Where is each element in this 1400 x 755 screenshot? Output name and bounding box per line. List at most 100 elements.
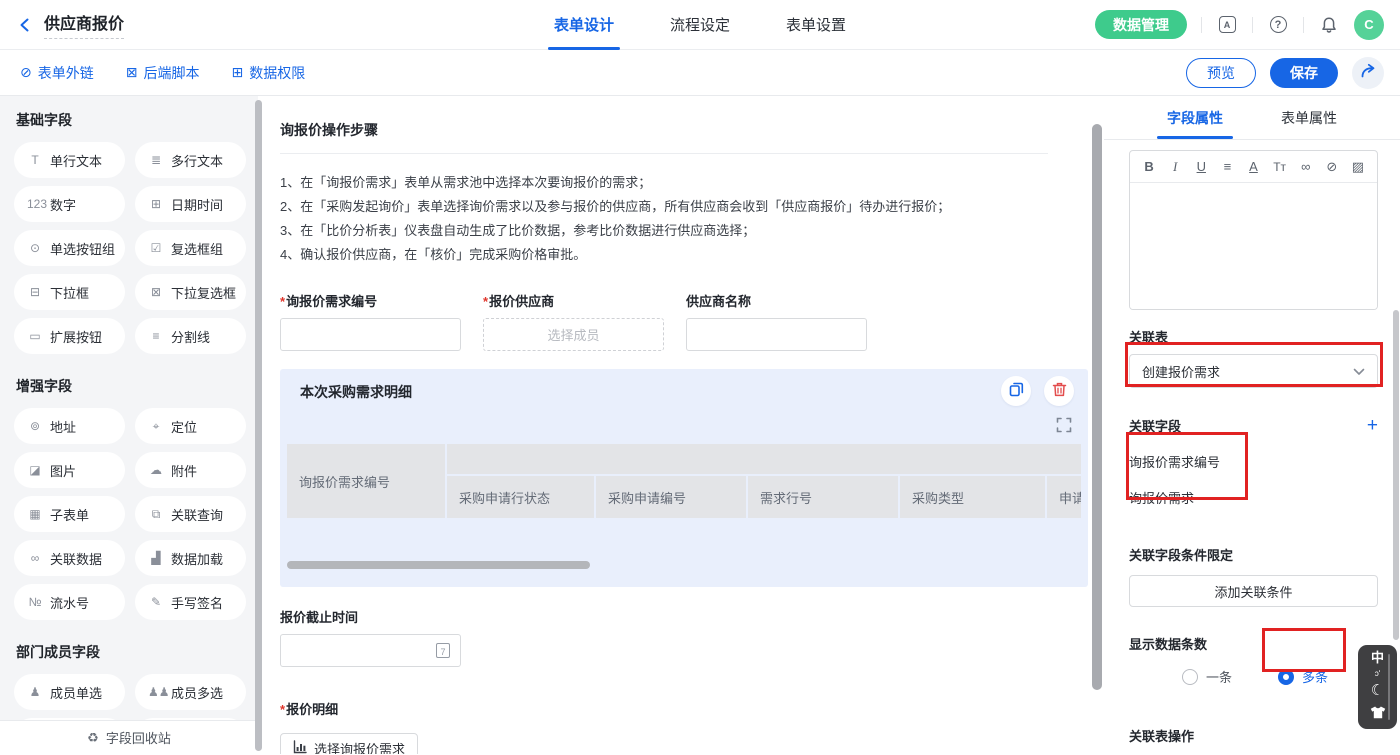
align-icon[interactable]: ≡ (1216, 155, 1238, 179)
tab-流程设定[interactable]: 流程设定 (670, 0, 730, 50)
field-pill-流水号[interactable]: №流水号 (14, 584, 125, 620)
theme-shirt-icon[interactable] (1370, 706, 1386, 722)
panel-scrollbar[interactable] (1393, 310, 1399, 640)
field-pill-下拉复选框[interactable]: ⊠下拉复选框 (135, 274, 246, 310)
datetime-icon: ⊞ (148, 197, 164, 211)
panel-tab-表单属性[interactable]: 表单属性 (1281, 96, 1337, 139)
link-icon[interactable]: ∞ (1295, 155, 1317, 179)
browser-extension-widget[interactable]: 中 ɔʹ ☾ (1358, 645, 1397, 729)
field-pill-关联查询[interactable]: ⧉关联查询 (135, 496, 246, 532)
field-recycle-bin[interactable]: ♻ 字段回收站 (0, 720, 258, 754)
sidebar-scrollbar[interactable] (255, 100, 262, 751)
field-pill-图片[interactable]: ◪图片 (14, 452, 125, 488)
insert-image-icon[interactable]: ▨ (1347, 155, 1369, 179)
avatar[interactable]: C (1354, 10, 1384, 40)
field-pill-成员单选[interactable]: ♟成员单选 (14, 674, 125, 710)
subform-column-采购类型[interactable]: 采购类型 (900, 476, 1045, 518)
canvas-scrollbar[interactable] (1092, 124, 1102, 690)
subform-column-采购申请行状态[interactable]: 采购申请行状态 (447, 476, 594, 518)
relation-field-item-询报价需求编号[interactable]: 询报价需求编号 (1129, 452, 1378, 471)
panel-tab-字段属性[interactable]: 字段属性 (1167, 96, 1223, 139)
field-询报价需求编号[interactable]: *询报价需求编号 (280, 291, 461, 351)
widget-handle (1388, 654, 1390, 720)
tab-表单设计[interactable]: 表单设计 (554, 0, 614, 50)
external-link-icon: ⊘ (20, 64, 32, 81)
font-size-icon[interactable]: Tᴛ (1269, 155, 1291, 179)
subform-group-column[interactable]: 询报价需求编号 (287, 444, 445, 518)
top-header: 供应商报价 表单设计 流程设定 表单设置 数据管理 A ? C (0, 0, 1400, 50)
radio-option-多条[interactable]: 多条 (1278, 667, 1328, 686)
add-condition-button[interactable]: 添加关联条件 (1129, 575, 1378, 607)
field-pill-label: 下拉复选框 (171, 283, 236, 302)
add-relation-field-icon[interactable]: + (1367, 416, 1378, 435)
relation-table-select[interactable]: 创建报价需求 (1129, 354, 1378, 388)
field-label-text: 供应商名称 (686, 294, 751, 309)
help-icon[interactable]: ? (1267, 14, 1289, 36)
field-pill-label: 手写签名 (171, 593, 223, 612)
field-pill-多行文本[interactable]: ≣多行文本 (135, 142, 246, 178)
editor-content[interactable] (1130, 183, 1377, 309)
subform-horizontal-scrollbar[interactable] (287, 561, 590, 569)
toolbar-link-表单外链[interactable]: ⊘表单外链 (20, 63, 94, 83)
display-count-options: 一条 多条 (1129, 667, 1378, 686)
subform-column-需求行号[interactable]: 需求行号 (748, 476, 898, 518)
divider (1303, 17, 1304, 33)
relation-field-item-询报价需求[interactable]: 询报价需求 (1129, 488, 1378, 507)
field-供应商名称[interactable]: 供应商名称 (686, 291, 867, 351)
field-pill-关联数据[interactable]: ∞关联数据 (14, 540, 125, 576)
field-pill-分割线[interactable]: ≡分割线 (135, 318, 246, 354)
field-pill-地址[interactable]: ⊚地址 (14, 408, 125, 444)
data-manage-button[interactable]: 数据管理 (1095, 10, 1187, 39)
field-input-供应商名称[interactable] (686, 318, 867, 351)
bell-icon[interactable] (1318, 14, 1340, 36)
save-button[interactable]: 保存 (1270, 58, 1338, 88)
field-pill-数据加载[interactable]: ▟数据加载 (135, 540, 246, 576)
field-pill-数字[interactable]: 123数字 (14, 186, 125, 222)
form-fields-row: *询报价需求编号 *报价供应商选择成员 供应商名称 (280, 291, 1090, 351)
steps-text: 1、在「询报价需求」表单从需求池中选择本次要询报价的需求；2、在「采购发起询价」… (280, 171, 1090, 267)
dark-mode-moon-icon[interactable]: ☾ (1371, 684, 1384, 698)
expand-icon[interactable] (1056, 417, 1072, 433)
bold-icon[interactable]: B (1138, 155, 1160, 179)
subform-icon: ▦ (27, 507, 43, 521)
subform-field-selected[interactable]: 本次采购需求明细 (280, 369, 1088, 587)
deadline-field[interactable]: 报价截止时间 7 (280, 607, 1090, 667)
deadline-input[interactable]: 7 (280, 634, 461, 667)
unlink-icon[interactable]: ⊘ (1321, 155, 1343, 179)
subform-column-采购申请编号[interactable]: 采购申请编号 (596, 476, 746, 518)
copy-field-button[interactable] (1001, 376, 1031, 406)
field-input-报价供应商[interactable]: 选择成员 (483, 318, 664, 351)
form-title[interactable]: 供应商报价 (44, 10, 124, 39)
field-pill-扩展按钮[interactable]: ▭扩展按钮 (14, 318, 125, 354)
field-pill-单选按钮组[interactable]: ⊙单选按钮组 (14, 230, 125, 266)
field-pill-定位[interactable]: ⌖定位 (135, 408, 246, 444)
field-pill-下拉框[interactable]: ⊟下拉框 (14, 274, 125, 310)
field-pill-手写签名[interactable]: ✎手写签名 (135, 584, 246, 620)
field-pill-单行文本[interactable]: T单行文本 (14, 142, 125, 178)
field-报价供应商[interactable]: *报价供应商选择成员 (483, 291, 664, 351)
back-icon[interactable] (16, 16, 34, 34)
select-demand-button[interactable]: 选择询报价需求 (280, 733, 418, 754)
language-toggle-icon[interactable]: 中 (1371, 652, 1384, 663)
tab-表单设置[interactable]: 表单设置 (786, 0, 846, 50)
quote-detail-field[interactable]: *报价明细 选择询报价需求 询报价需求编号采购申请编号需求行号产品编号产品名称 (280, 699, 1090, 754)
italic-icon[interactable]: I (1164, 155, 1186, 179)
toolbar-link-数据权限[interactable]: ⊞数据权限 (231, 63, 305, 83)
field-pill-复选框组[interactable]: ☑复选框组 (135, 230, 246, 266)
field-pill-子表单[interactable]: ▦子表单 (14, 496, 125, 532)
preview-button[interactable]: 预览 (1186, 58, 1256, 88)
contact-icon[interactable]: A (1216, 14, 1238, 36)
table-ops-label: 关联表操作 (1129, 726, 1378, 745)
radio-selected-icon (1278, 669, 1294, 685)
share-button[interactable] (1352, 57, 1384, 89)
field-pill-附件[interactable]: ☁附件 (135, 452, 246, 488)
delete-field-button[interactable] (1044, 376, 1074, 406)
field-pill-日期时间[interactable]: ⊞日期时间 (135, 186, 246, 222)
toolbar-link-后端脚本[interactable]: ⊠后端脚本 (126, 63, 200, 83)
subform-column-申请时间[interactable]: 申请时间 (1047, 476, 1081, 518)
field-pill-成员多选[interactable]: ♟♟成员多选 (135, 674, 246, 710)
radio-option-一条[interactable]: 一条 (1182, 667, 1232, 686)
font-color-icon[interactable]: A (1242, 155, 1264, 179)
field-input-询报价需求编号[interactable] (280, 318, 461, 351)
underline-icon[interactable]: U (1190, 155, 1212, 179)
